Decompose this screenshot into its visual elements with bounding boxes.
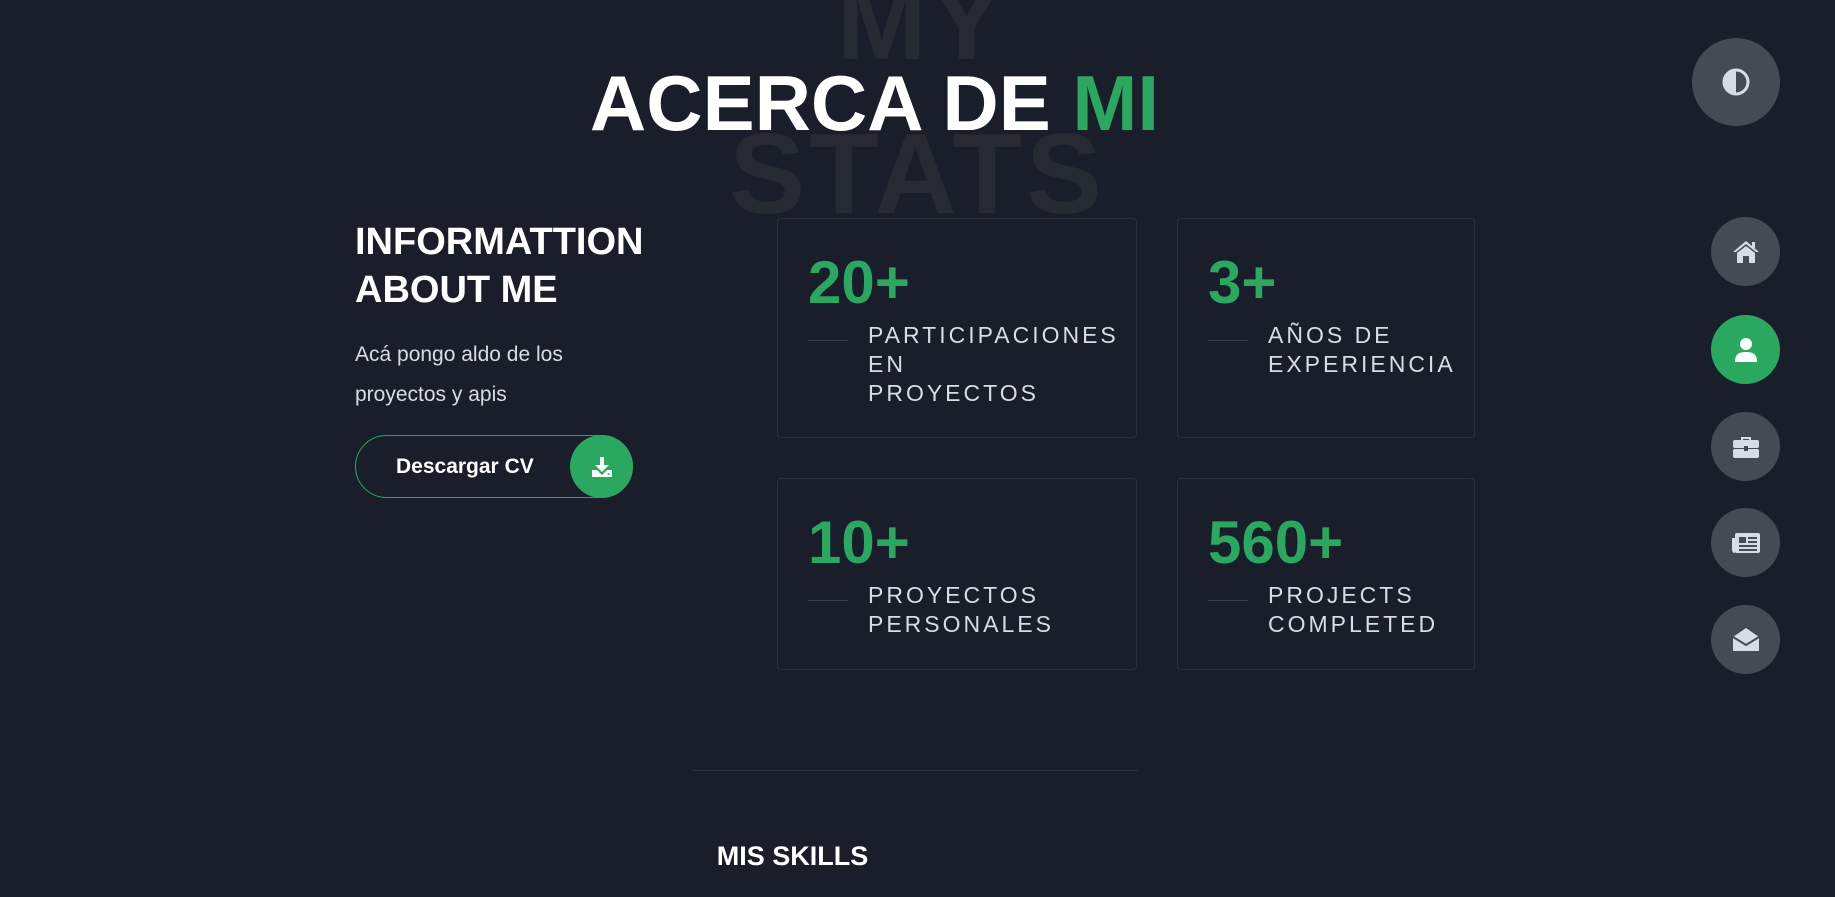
- section-title-main: ACERCA DE: [589, 59, 1073, 147]
- skills-heading: MIS SKILLS: [716, 841, 869, 871]
- about-section: MY STATS ACERCA DE MI INFORMATTION ABOUT…: [0, 0, 1835, 897]
- download-cv-button[interactable]: Descargar CV: [355, 435, 633, 498]
- user-icon: [1734, 337, 1758, 363]
- section-divider: [693, 770, 1138, 771]
- stat-label: PROYECTOS PERSONALES: [868, 582, 1054, 637]
- stat-card-completed: 560+ PROJECTS COMPLETED: [1177, 478, 1475, 670]
- nav-contact-button[interactable]: [1711, 605, 1780, 674]
- section-title: ACERCA DE MI: [0, 58, 1835, 148]
- nav-portfolio-button[interactable]: [1711, 412, 1780, 481]
- stat-divider: [1208, 600, 1248, 601]
- stat-card-experiencia: 3+ AÑOS DE EXPERIENCIA: [1177, 218, 1475, 438]
- nav-home-button[interactable]: [1711, 217, 1780, 286]
- home-icon: [1732, 239, 1760, 265]
- stat-label: PARTICIPACIONES EN PROYECTOS: [868, 322, 1119, 406]
- envelope-open-icon: [1731, 627, 1760, 653]
- download-cv-label: Descargar CV: [396, 454, 534, 478]
- newspaper-icon: [1731, 532, 1761, 554]
- theme-toggle-button[interactable]: [1692, 38, 1780, 126]
- info-text: Acá pongo aldo de los proyectos y apis: [355, 343, 563, 406]
- briefcase-icon: [1732, 435, 1760, 459]
- section-title-accent: MI: [1072, 59, 1160, 147]
- stat-card-personales: 10+ PROYECTOS PERSONALES: [777, 478, 1137, 670]
- contrast-icon: [1721, 67, 1751, 97]
- stat-divider: [808, 340, 848, 341]
- nav-blog-button[interactable]: [1711, 508, 1780, 577]
- info-heading: INFORMATTION ABOUT ME: [355, 221, 644, 311]
- stat-number: 3+: [1208, 249, 1277, 316]
- stat-number: 560+: [1208, 509, 1344, 576]
- stat-divider: [1208, 340, 1248, 341]
- nav-about-button[interactable]: [1711, 315, 1780, 384]
- stat-divider: [808, 600, 848, 601]
- stat-card-participaciones: 20+ PARTICIPACIONES EN PROYECTOS: [777, 218, 1137, 438]
- stat-label: AÑOS DE EXPERIENCIA: [1268, 322, 1456, 377]
- stat-number: 10+: [808, 509, 910, 576]
- stat-label: PROJECTS COMPLETED: [1268, 582, 1439, 637]
- stat-number: 20+: [808, 249, 910, 316]
- download-icon: [570, 435, 633, 498]
